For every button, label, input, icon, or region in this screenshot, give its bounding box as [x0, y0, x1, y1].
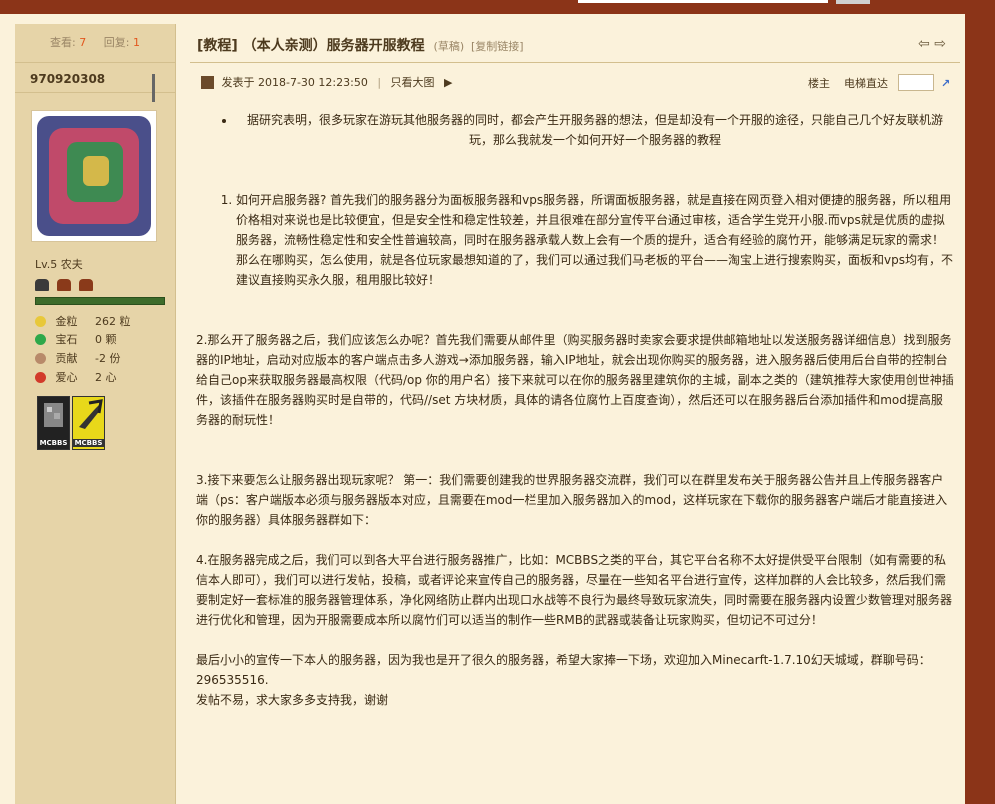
page-background-strip — [965, 14, 995, 804]
author-sidebar: 查看: 7 回复: 1 970920308 Lv.5 农夫 金粒 262 粒 宝… — [15, 24, 175, 804]
replies-label: 回复: — [103, 36, 130, 49]
post-content: 据研究表明，很多玩家在游玩其他服务器的同时，都会产生开服务器的想法，但是却没有一… — [196, 110, 954, 710]
replies-count: 1 — [132, 36, 140, 49]
search-button[interactable] — [836, 0, 870, 4]
copy-link-button[interactable]: [复制链接] — [471, 40, 524, 53]
medal-icon[interactable]: MCBBS — [72, 396, 105, 450]
floor-label: 楼主 — [808, 77, 830, 90]
contribution-icon — [35, 353, 46, 364]
step-2: 2.那么开了服务器之后，我们应该怎么办呢？首先我们需要从邮件里（购买服务器时卖家… — [196, 333, 954, 427]
heart-icon — [35, 372, 46, 383]
medal-icon[interactable]: MCBBS — [37, 396, 70, 450]
gold-nugget-icon — [35, 316, 46, 327]
thread-title-text: （本人亲测）服务器开服教程 — [242, 38, 425, 54]
divider — [190, 62, 960, 63]
floor-jump-input[interactable] — [897, 74, 934, 91]
stat-row: 爱心 2 心 — [35, 370, 117, 386]
thread-nav: ⇦ ⇨ — [918, 36, 946, 52]
search-input[interactable] — [578, 0, 828, 3]
rank-badge-icon — [57, 279, 72, 291]
author-username[interactable]: 970920308 — [30, 72, 105, 86]
column-divider — [175, 24, 176, 804]
medal-label: MCBBS — [39, 439, 68, 447]
prev-thread-icon[interactable]: ⇦ — [918, 36, 930, 52]
step-3: 3.接下来要怎么让服务器出现玩家呢？ 第一：我们需要创建我的世界服务器交流群，我… — [196, 473, 948, 527]
step-4: 4.在服务器完成之后，我们可以到各大平台进行服务器推广，比如：MCBBS之类的平… — [196, 553, 953, 627]
views-label: 查看: — [50, 36, 76, 49]
rank-badges — [35, 276, 96, 291]
thread-stats: 查看: 7 回复: 1 — [15, 24, 175, 63]
step-1: 如何开启服务器? 首先我们的服务器分为面板服务器和vps服务器，所谓面板服务器，… — [236, 190, 954, 290]
level-progress-bar — [35, 297, 165, 305]
floor-info: 楼主 电梯直达 ↗ — [808, 74, 950, 91]
thread-title: [教程] （本人亲测）服务器开服教程 (草稿) [复制链接] — [197, 35, 524, 55]
stat-row: 贡献 -2 份 — [35, 351, 120, 367]
medal-label: MCBBS — [73, 439, 104, 447]
elevator-label: 电梯直达 — [844, 77, 888, 90]
stat-row: 金粒 262 粒 — [35, 314, 131, 330]
scroll-handle — [152, 74, 155, 102]
stat-row: 宝石 0 颗 — [35, 332, 117, 348]
user-status-icon — [201, 76, 214, 89]
avatar[interactable] — [31, 110, 157, 242]
divider — [15, 92, 175, 93]
user-level: Lv.5 农夫 — [35, 258, 83, 271]
thread-tag[interactable]: [教程] — [197, 38, 238, 54]
closing-promo: 最后小小的宣传一下本人的服务器，因为我也是开了很久的服务器，希望大家捧一下场，欢… — [196, 653, 931, 687]
only-large-images-link[interactable]: 只看大图 — [391, 76, 435, 89]
avatar-image — [37, 116, 151, 236]
post-meta: 发表于 2018-7-30 12:23:50 | 只看大图 ▶ — [201, 74, 453, 90]
rank-badge-icon — [79, 279, 94, 291]
rank-badge-icon — [35, 279, 49, 291]
views-count: 7 — [79, 36, 87, 49]
jump-arrow-icon[interactable]: ↗ — [941, 77, 950, 90]
gem-icon — [35, 334, 46, 345]
top-bar — [0, 0, 995, 14]
intro-bullet: 据研究表明，很多玩家在游玩其他服务器的同时，都会产生开服务器的想法，但是却没有一… — [236, 110, 954, 150]
post-date: 发表于 2018-7-30 12:23:50 — [221, 76, 368, 89]
closing-thanks: 发帖不易，求大家多多支持我，谢谢 — [196, 693, 389, 707]
next-thread-icon[interactable]: ⇨ — [934, 36, 946, 52]
draft-label: (草稿) — [433, 40, 465, 53]
play-triangle-icon[interactable]: ▶ — [444, 76, 452, 89]
